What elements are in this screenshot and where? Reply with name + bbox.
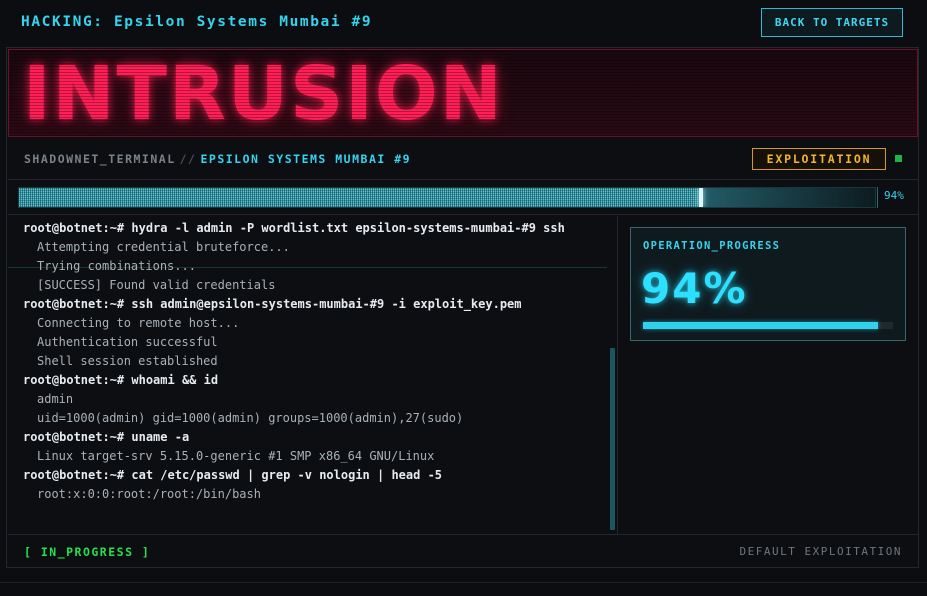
phase-badge: EXPLOITATION (752, 148, 886, 170)
terminal-output-line: root:x:0:0:root:/root:/bin/bash (37, 487, 261, 501)
terminal-app-name: SHADOWNET_TERMINAL (24, 152, 176, 166)
terminal-command-line: root@botnet:~# ssh admin@epsilon-systems… (23, 297, 522, 311)
target-name: EPSILON SYSTEMS MUMBAI #9 (200, 152, 412, 166)
scrollbar-thumb[interactable] (610, 348, 615, 530)
bottom-edge (0, 582, 927, 596)
operation-progress-label: OPERATION_PROGRESS (643, 240, 781, 252)
operation-state: [ IN_PROGRESS ] (24, 545, 151, 559)
breadcrumb-separator: // (179, 152, 197, 166)
hack-console: INTRUSION SHADOWNET_TERMINAL//EPSILON SY… (6, 47, 919, 568)
progress-fill (19, 188, 701, 207)
operation-progress-fill (643, 322, 878, 329)
intrusion-banner: INTRUSION (8, 49, 918, 137)
progress-track (18, 187, 876, 208)
terminal-output-line: [SUCCESS] Found valid credentials (37, 278, 276, 292)
terminal-command-line: root@botnet:~# whoami && id (23, 373, 219, 387)
operation-progress-value: 94% (641, 264, 748, 313)
top-bar: HACKING: Epsilon Systems Mumbai #9 BACK … (0, 0, 927, 46)
terminal-scrollbar[interactable] (609, 220, 616, 530)
terminal-header: SHADOWNET_TERMINAL//EPSILON SYSTEMS MUMB… (8, 138, 918, 180)
status-footer: [ IN_PROGRESS ] DEFAULT EXPLOITATION (8, 534, 918, 567)
terminal-output-line: Trying combinations... (37, 259, 196, 273)
banner-text: INTRUSION (23, 51, 504, 137)
operation-progress-bar (643, 322, 893, 329)
terminal-output-line: Authentication successful (37, 335, 218, 349)
terminal-lines: root@botnet:~# hydra -l admin -P wordlis… (23, 219, 613, 504)
terminal-output-line: Shell session established (37, 354, 218, 368)
progress-percent: 94% (884, 189, 904, 202)
page-title: HACKING: Epsilon Systems Mumbai #9 (21, 14, 373, 30)
back-to-targets-button[interactable]: BACK TO TARGETS (761, 8, 903, 37)
status-indicator-icon (895, 155, 902, 162)
progress-head (699, 188, 703, 207)
terminal-command-line: root@botnet:~# cat /etc/passwd | grep -v… (23, 468, 443, 482)
progress-strip: 94% (8, 181, 918, 215)
breadcrumb: SHADOWNET_TERMINAL//EPSILON SYSTEMS MUMB… (24, 152, 411, 166)
terminal-output-line: Connecting to remote host... (37, 316, 240, 330)
terminal-output-line: Linux target-srv 5.15.0-generic #1 SMP x… (37, 449, 435, 463)
terminal-output-line: Attempting credential bruteforce... (37, 240, 290, 254)
terminal-command-line: root@botnet:~# uname -a (23, 430, 190, 444)
side-panel: OPERATION_PROGRESS 94% (619, 216, 918, 534)
terminal-output-line: admin (37, 392, 74, 406)
progress-divider (877, 187, 878, 208)
exploitation-mode: DEFAULT EXPLOITATION (739, 545, 902, 558)
terminal-output[interactable]: root@botnet:~# hydra -l admin -P wordlis… (8, 216, 618, 534)
operation-progress-card: OPERATION_PROGRESS 94% (630, 227, 906, 341)
progress-glow (703, 188, 875, 207)
terminal-output-line: uid=1000(admin) gid=1000(admin) groups=1… (37, 411, 464, 425)
terminal-command-line: root@botnet:~# hydra -l admin -P wordlis… (23, 221, 565, 235)
